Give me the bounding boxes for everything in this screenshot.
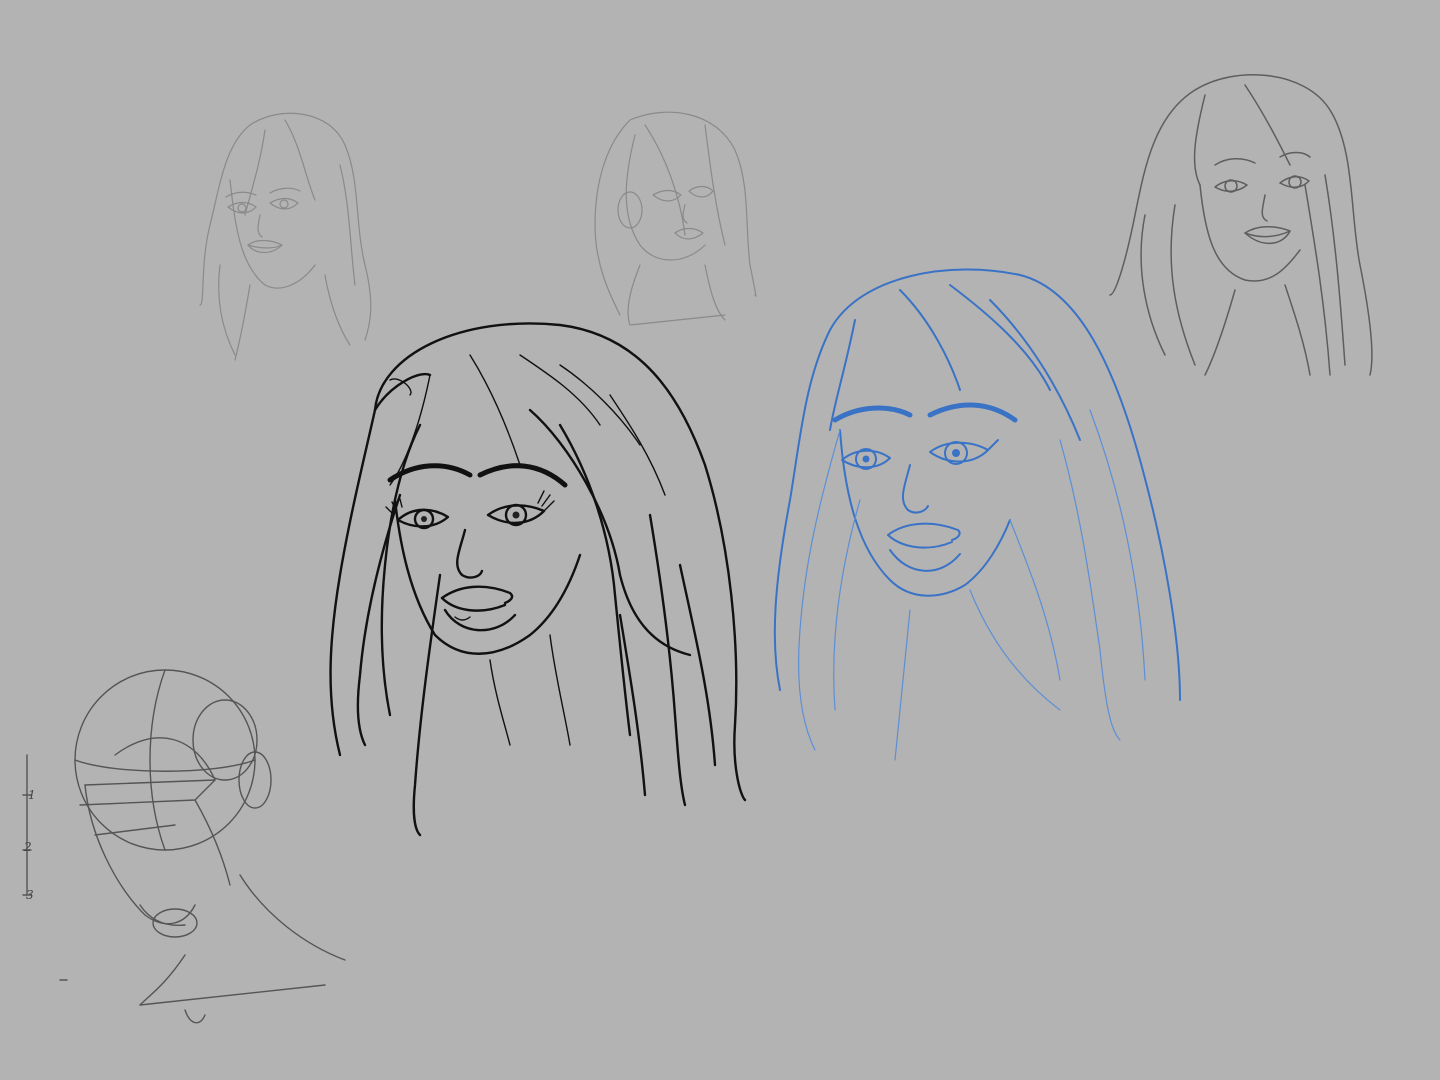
drawing-canvas[interactable]: 1 2 3 bbox=[0, 0, 1440, 1080]
sketch-head-rough-2 bbox=[594, 111, 757, 326]
scale-mark-2: 2 bbox=[24, 840, 32, 854]
sketch-head-construction bbox=[22, 669, 346, 1024]
scale-mark-3: 3 bbox=[26, 888, 34, 902]
sketch-head-blue bbox=[773, 268, 1181, 761]
scale-mark-1: 1 bbox=[28, 788, 36, 802]
sketch-head-inked bbox=[329, 322, 747, 837]
